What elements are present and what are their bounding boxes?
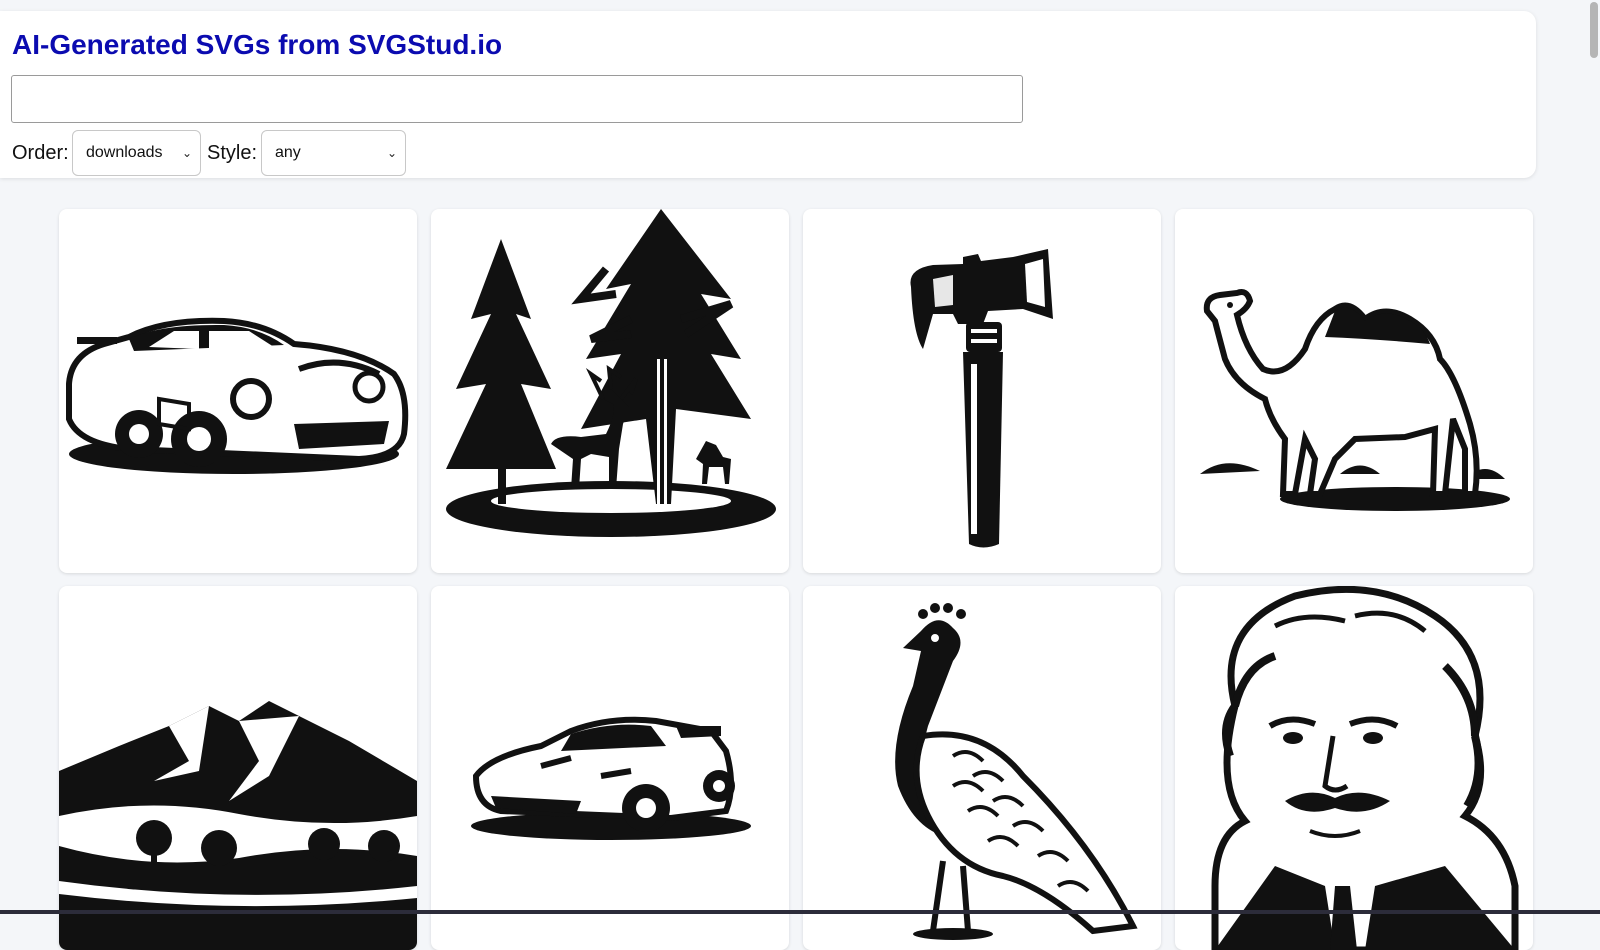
einstein-portrait-illustration (1211, 586, 1519, 950)
camel-illustration (1200, 289, 1510, 511)
page-title: AI-Generated SVGs from SVGStud.io (12, 29, 503, 60)
style-select[interactable]: any ⌄ (261, 130, 406, 176)
search-input[interactable] (11, 75, 1023, 123)
supercar-illustration (471, 716, 751, 840)
chevron-down-icon: ⌄ (181, 146, 192, 160)
gallery-card-supercar[interactable] (431, 586, 789, 950)
gallery-card-sports-car[interactable] (59, 209, 417, 573)
sports-car-illustration (66, 317, 409, 474)
hammer-illustration (910, 249, 1053, 548)
order-select-value: downloads (86, 144, 163, 161)
order-select[interactable]: downloads ⌄ (72, 130, 201, 176)
deer-forest-illustration (446, 209, 776, 537)
mountain-landscape-illustration (59, 701, 417, 950)
header-panel: AI-Generated SVGs from SVGStud.io Order:… (0, 11, 1536, 178)
scrollbar-thumb[interactable] (1590, 2, 1598, 58)
gallery-card-camel[interactable] (1175, 209, 1533, 573)
gallery-card-deer-forest[interactable] (431, 209, 789, 573)
style-select-value: any (275, 144, 301, 161)
chevron-down-icon: ⌄ (386, 146, 397, 160)
gallery-card-mountain-landscape[interactable] (59, 586, 417, 950)
peacock-illustration (895, 603, 1138, 940)
order-label: Order: (12, 142, 69, 164)
gallery-card-peacock[interactable] (803, 586, 1161, 950)
gallery-card-hammer[interactable] (803, 209, 1161, 573)
style-label: Style: (207, 142, 258, 164)
gallery-card-einstein-portrait[interactable] (1175, 586, 1533, 950)
bottom-edge-bar (0, 910, 1600, 914)
